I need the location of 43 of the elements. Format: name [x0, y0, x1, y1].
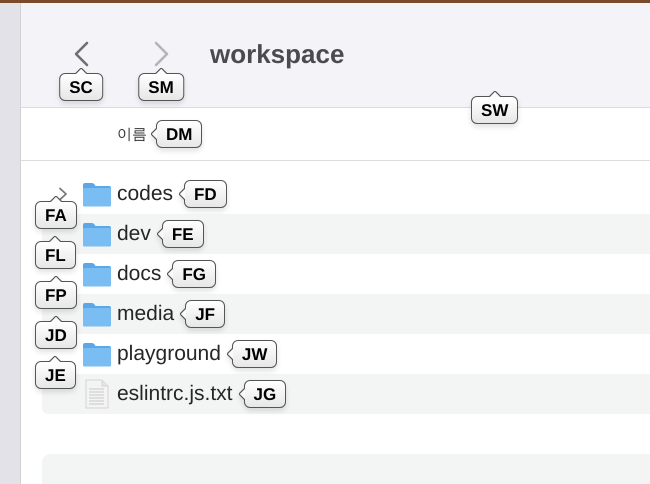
pointer-icon — [50, 316, 62, 322]
shortcut-hint: SC — [59, 73, 103, 101]
pointer-icon — [155, 68, 167, 74]
file-name[interactable]: eslintrc.js.txt — [117, 378, 233, 410]
pointer-icon — [50, 276, 62, 282]
pointer-icon — [488, 91, 501, 97]
pointer-icon — [49, 356, 62, 362]
pointer-icon — [167, 268, 174, 280]
pointer-icon — [179, 188, 186, 200]
pointer-icon — [226, 348, 233, 360]
shortcut-hint: JW — [232, 340, 278, 368]
file-name[interactable]: codes — [117, 178, 174, 210]
pointer-icon — [180, 308, 186, 320]
shortcut-hint: FP — [35, 281, 77, 309]
file-name[interactable]: dev — [117, 218, 151, 250]
folder-icon — [82, 342, 112, 366]
folder-icon — [82, 182, 112, 206]
file-name[interactable]: playground — [117, 338, 221, 370]
shortcut-hint: SW — [471, 96, 518, 124]
file-name[interactable]: docs — [117, 258, 162, 290]
shortcut-hint: FE — [162, 220, 204, 248]
disclosure-icon[interactable] — [58, 187, 68, 201]
pointer-icon — [50, 196, 62, 202]
shortcut-hint: FL — [35, 241, 76, 269]
shortcut-hint: JE — [35, 361, 76, 389]
shortcut-hint: FG — [172, 260, 216, 288]
text-file-icon — [85, 379, 109, 409]
pointer-icon — [49, 236, 62, 242]
shortcut-hint: JG — [244, 380, 286, 408]
pointer-icon — [238, 388, 245, 400]
pointer-icon — [156, 228, 163, 240]
column-header[interactable]: 이름 — [117, 122, 147, 146]
pointer-icon — [151, 128, 157, 140]
shortcut-hint: SM — [138, 73, 184, 101]
shortcut-hint: FD — [184, 180, 227, 208]
shortcut-hint: DM — [156, 120, 202, 148]
window-title: workspace — [210, 38, 344, 70]
shortcut-hint: JF — [185, 300, 226, 328]
folder-icon — [82, 262, 112, 286]
shortcut-hint: JD — [35, 321, 77, 349]
pointer-icon — [75, 68, 87, 74]
file-name[interactable]: media — [117, 298, 174, 330]
shortcut-hint: FA — [35, 201, 77, 229]
